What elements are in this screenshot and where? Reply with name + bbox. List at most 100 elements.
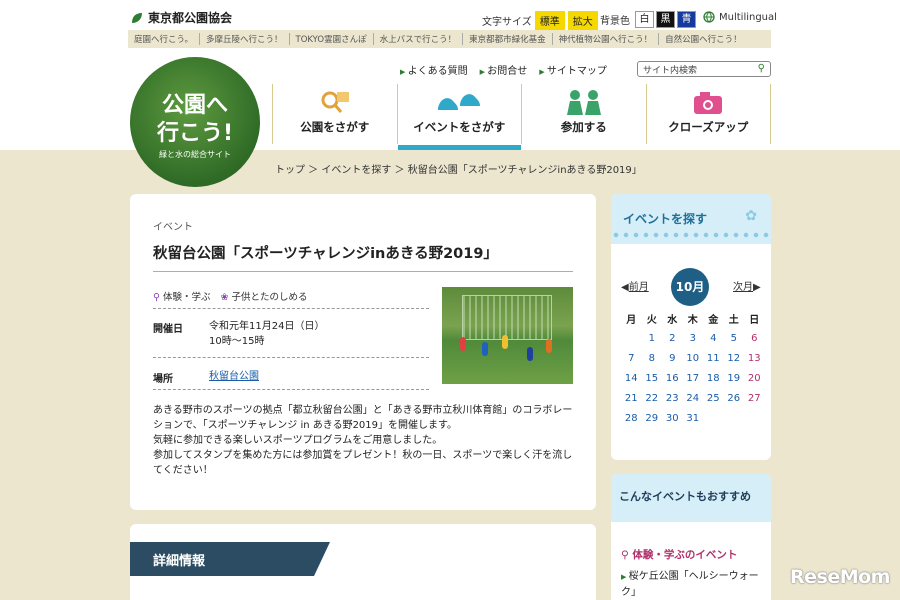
partner-link[interactable]: 東京都都市緑化基金	[463, 33, 553, 45]
multilingual-label: Multilingual	[719, 11, 777, 23]
faq-link[interactable]: よくある質問	[400, 62, 468, 77]
calendar-day[interactable]: 26	[724, 390, 745, 407]
bg-black-button[interactable]: 黒	[656, 11, 675, 28]
nav-label: イベントをさがす	[413, 120, 506, 134]
partner-link[interactable]: 多摩丘陵へ行こう！	[200, 33, 290, 45]
calendar-day[interactable]: 19	[724, 370, 745, 387]
place-link[interactable]: 秋留台公園	[209, 371, 259, 382]
nav-participate[interactable]: 参加する	[521, 84, 646, 144]
calendar-day[interactable]: 2	[662, 333, 683, 344]
calendar-day[interactable]: 5	[724, 330, 745, 347]
prev-month-button[interactable]: ◀前月	[621, 278, 649, 293]
bg-white-button[interactable]: 白	[635, 11, 654, 28]
partner-link[interactable]: 水上バスで行こう！	[374, 33, 464, 45]
text-size-label: 文字サイズ	[482, 17, 532, 28]
calendar-weekday: 月	[626, 314, 637, 326]
detail-card: 詳細情報	[130, 524, 596, 600]
calendar-day[interactable]: 24	[683, 393, 704, 404]
calendar-day[interactable]: 6	[744, 330, 765, 347]
calendar-day[interactable]: 9	[662, 353, 683, 364]
calendar-day[interactable]: 16	[662, 373, 683, 384]
event-description: あきる野市のスポーツの拠点「都立秋留台公園」と「あきる野市立秋川体育館」のコラボ…	[153, 403, 573, 478]
calendar-day[interactable]: 27	[744, 390, 765, 407]
calendar-day[interactable]: 3	[683, 333, 704, 344]
title-divider	[153, 271, 573, 272]
calendar-day[interactable]: 13	[744, 350, 765, 367]
recommend-title: こんなイベントもおすすめ	[619, 490, 751, 503]
calendar-weekday: 金	[708, 314, 719, 326]
bg-color-control: 背景色 白 黒 青	[600, 11, 696, 28]
calendar-day[interactable]: 4	[703, 333, 724, 344]
people-icon	[522, 88, 646, 116]
bg-blue-button[interactable]: 青	[677, 11, 696, 28]
next-month-button[interactable]: 次月▶	[733, 278, 761, 293]
calendar-grid: 月火水木金土日 1 2 3 4 5 6 7 8 9 10 11 12 13 14 15 16 17 18 19 20 21…	[621, 308, 765, 428]
calendar-weekday: 日	[744, 308, 765, 326]
calendar-day[interactable]: 20	[744, 370, 765, 387]
nav-label: クローズアップ	[668, 120, 749, 134]
magnifier-icon: ⚲	[153, 292, 160, 303]
place-value: 秋留台公園	[209, 369, 259, 384]
photo-net	[462, 295, 552, 340]
calendar-day[interactable]: 8	[642, 353, 663, 364]
recommend-panel: こんなイベントもおすすめ ⚲ 体験・学ぶのイベント 桜ケ丘公園「ヘルシーウォーク…	[611, 474, 771, 600]
calendar-day[interactable]: 1	[642, 333, 663, 344]
calendar-day[interactable]: 28	[621, 413, 642, 424]
calendar-day[interactable]: 14	[621, 373, 642, 384]
nav-find-event[interactable]: イベントをさがす	[396, 84, 522, 150]
sitemap-link[interactable]: サイトマップ	[539, 62, 607, 77]
calendar-day[interactable]: 21	[621, 393, 642, 404]
partner-link[interactable]: 神代植物公園へ行こう！	[553, 33, 660, 45]
leaf-icon	[132, 12, 142, 23]
multilingual-link[interactable]: Multilingual	[703, 11, 777, 23]
breadcrumb[interactable]: トップ ＞ イベントを探す ＞ 秋留台公園「スポーツチャレンジinあきる野201…	[275, 161, 642, 176]
detail-divider	[153, 308, 429, 309]
partner-link[interactable]: 自然公園へ行こう！	[659, 33, 748, 45]
calendar-day[interactable]: 31	[683, 413, 704, 424]
nav-label: 参加する	[560, 120, 607, 134]
global-nav: 公園をさがす イベントをさがす 参加する クローズアップ	[272, 84, 771, 150]
nav-closeup[interactable]: クローズアップ	[645, 84, 771, 144]
org-name[interactable]: 東京都公園協会	[130, 9, 232, 26]
calendar-day[interactable]: 12	[724, 350, 745, 367]
calendar-day[interactable]: 11	[703, 353, 724, 364]
tag-experience[interactable]: ⚲ 体験・学ぶ	[153, 289, 211, 303]
watermark-logo: ReseMom	[790, 566, 890, 588]
contact-link[interactable]: お問合せ	[480, 62, 527, 77]
calendar-day[interactable]: 23	[662, 393, 683, 404]
detail-heading: 詳細情報	[130, 542, 330, 576]
search-icon[interactable]: ⚲	[758, 63, 765, 74]
partner-link-bar: 庭園へ行こう。 多摩丘陵へ行こう！ TOKYO霊園さんぽ 水上バスで行こう！ 東…	[128, 30, 771, 48]
calendar-day[interactable]: 25	[703, 393, 724, 404]
calendar-day[interactable]: 29	[642, 413, 663, 424]
calendar-weekday: 水	[667, 314, 678, 326]
logo-subtitle: 緑と水の総合サイト	[159, 150, 231, 159]
partner-link[interactable]: 庭園へ行こう。	[128, 33, 200, 45]
date-value: 令和元年11月24日（日） 10時〜15時	[209, 319, 324, 349]
tag-label: 体験・学ぶ	[163, 292, 211, 303]
text-size-large-button[interactable]: 拡大	[567, 11, 598, 30]
calendar-day[interactable]: 17	[683, 373, 704, 384]
calendar-weekday: 木	[687, 314, 698, 326]
event-photo	[442, 287, 573, 384]
calendar-week-row: 7 8 9 10 11 12 13	[621, 348, 765, 368]
text-size-standard-button[interactable]: 標準	[534, 11, 565, 30]
prev-month-label: 前月	[628, 282, 649, 293]
camera-icon	[647, 88, 771, 116]
recommend-link[interactable]: 桜ケ丘公園「ヘルシーウォーク」	[621, 569, 761, 600]
calendar-weekday: 火	[646, 314, 657, 326]
text-size-control: 文字サイズ 標準 拡大	[482, 11, 598, 30]
current-month: 10月	[671, 268, 709, 306]
nav-find-park[interactable]: 公園をさがす	[272, 84, 397, 144]
search-input[interactable]: サイト内検索 ⚲	[637, 61, 771, 77]
calendar-day[interactable]: 22	[642, 393, 663, 404]
recommend-header: こんなイベントもおすすめ	[611, 474, 771, 522]
calendar-day[interactable]: 18	[703, 373, 724, 384]
site-logo[interactable]: 公園へ 行こう! 緑と水の総合サイト	[130, 57, 260, 187]
calendar-day[interactable]: 10	[683, 353, 704, 364]
tag-kids[interactable]: ❀ 子供とたのしめる	[221, 289, 308, 303]
calendar-day[interactable]: 7	[621, 353, 642, 364]
calendar-day[interactable]: 15	[642, 373, 663, 384]
calendar-day[interactable]: 30	[662, 413, 683, 424]
partner-link[interactable]: TOKYO霊園さんぽ	[290, 33, 374, 45]
